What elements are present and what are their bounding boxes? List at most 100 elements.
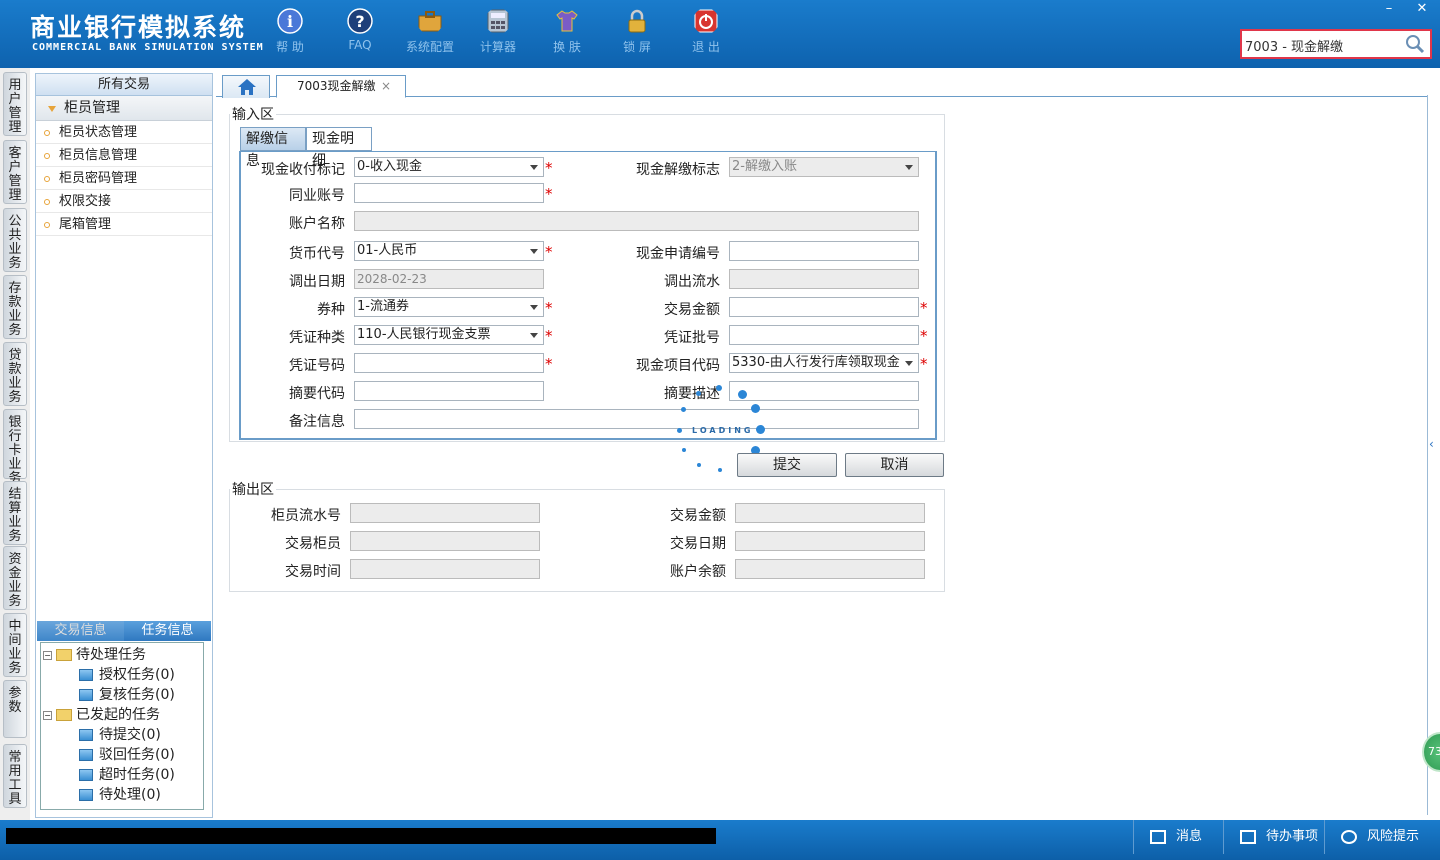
- cancel-button[interactable]: 取消: [845, 453, 944, 477]
- settle-flag-select[interactable]: 2-解缴入账: [729, 157, 919, 177]
- tree-node-timeout[interactable]: 超时任务(0): [41, 765, 203, 785]
- menu-label: 权限交接: [59, 194, 112, 209]
- tab-public-business[interactable]: 公共业务: [3, 208, 27, 272]
- tree-node-started[interactable]: − 已发起的任务: [41, 705, 203, 725]
- app-title: 商业银行模拟系统: [30, 13, 247, 42]
- out-serial-input[interactable]: [729, 269, 919, 289]
- collapse-icon[interactable]: −: [43, 650, 52, 660]
- collapse-icon[interactable]: −: [43, 710, 52, 720]
- help-button[interactable]: i 帮 助: [265, 8, 315, 55]
- bullet-icon: [44, 153, 50, 159]
- tab-card-business[interactable]: 银行卡业务: [3, 409, 27, 486]
- folder-icon: [56, 649, 72, 661]
- home-tab[interactable]: [222, 75, 270, 98]
- summary-code-input[interactable]: [354, 381, 544, 401]
- apply-no-input[interactable]: [729, 241, 919, 261]
- tab-intermediary-business[interactable]: 中间业务: [3, 613, 27, 677]
- tree-node-authorize[interactable]: 授权任务(0): [41, 665, 203, 685]
- menu-item-permission-handover[interactable]: 权限交接: [36, 190, 212, 213]
- spinner-dot: [696, 391, 701, 396]
- tree-node-to-submit[interactable]: 待提交(0): [41, 725, 203, 745]
- mail-icon: [1150, 829, 1166, 844]
- exit-button[interactable]: 退 出: [681, 8, 731, 55]
- tab-task-info[interactable]: 任务信息: [124, 621, 211, 641]
- calculator-button[interactable]: 计算器: [473, 8, 523, 55]
- remark-input[interactable]: [354, 409, 919, 429]
- tab-settlement-business[interactable]: 结算业务: [3, 481, 27, 545]
- tree-node-to-process[interactable]: 待处理(0): [41, 785, 203, 805]
- account-name-label: 账户名称: [289, 216, 345, 232]
- search-icon[interactable]: [1404, 34, 1426, 54]
- cash-flag-select[interactable]: 0-收入现金: [354, 157, 544, 177]
- required-mark: *: [920, 355, 928, 373]
- required-mark: *: [545, 243, 553, 261]
- voucher-type-select[interactable]: 110-人民银行现金支票: [354, 325, 544, 345]
- tab-customer-management[interactable]: 客户管理: [3, 140, 27, 204]
- close-window-button[interactable]: ✕: [1406, 0, 1438, 20]
- account-name-input[interactable]: [354, 211, 919, 231]
- teller-management-group[interactable]: 柜员管理: [36, 96, 212, 121]
- peer-account-label: 同业账号: [289, 188, 345, 204]
- tab-settlement-info[interactable]: 解缴信息: [240, 127, 306, 169]
- collapse-right-icon[interactable]: ‹: [1429, 432, 1439, 456]
- coupon-select[interactable]: 1-流通券: [354, 297, 544, 317]
- group-label: 柜员管理: [64, 100, 120, 116]
- menu-item-tail-box[interactable]: 尾箱管理: [36, 213, 212, 236]
- menu-item-teller-status[interactable]: 柜员状态管理: [36, 121, 212, 144]
- currency-select[interactable]: 01-人民币: [354, 241, 544, 261]
- risk-button[interactable]: 风险提示: [1324, 820, 1434, 854]
- time-label: 交易时间: [285, 564, 341, 580]
- transaction-search[interactable]: 7003 - 现金解缴: [1240, 29, 1432, 59]
- tab-common-tools[interactable]: 常用工具: [3, 744, 27, 808]
- lock-button[interactable]: 锁 屏: [612, 8, 662, 55]
- tree-node-rejected[interactable]: 驳回任务(0): [41, 745, 203, 765]
- module-tabs: 用户管理 客户管理 公共业务 存款业务 贷款业务 银行卡业务 结算业务 资金业务…: [0, 68, 30, 820]
- tab-transaction-info[interactable]: 交易信息: [37, 621, 124, 641]
- tab-cash-detail[interactable]: 现金明细: [306, 127, 372, 169]
- faq-label: FAQ: [348, 38, 372, 52]
- balance-label: 账户余额: [670, 564, 726, 580]
- project-code-select[interactable]: 5330-由人行发行库领取现金: [729, 353, 919, 373]
- loading-text: LOADING: [692, 426, 754, 435]
- peer-account-input[interactable]: [354, 183, 544, 203]
- summary-code-label: 摘要代码: [289, 386, 345, 402]
- balance-output: [735, 559, 925, 579]
- tree-node-review[interactable]: 复核任务(0): [41, 685, 203, 705]
- date-label: 交易日期: [670, 536, 726, 552]
- tab-loan-business[interactable]: 贷款业务: [3, 342, 27, 406]
- messages-button[interactable]: 消息: [1133, 820, 1223, 854]
- menu-item-teller-info[interactable]: 柜员信息管理: [36, 144, 212, 167]
- calculator-icon: [487, 9, 509, 33]
- config-button[interactable]: 系统配置: [405, 8, 455, 55]
- all-transactions-header[interactable]: 所有交易: [36, 74, 212, 96]
- close-tab-icon[interactable]: ×: [381, 76, 391, 96]
- tab-user-management[interactable]: 用户管理: [3, 72, 27, 136]
- spinner-dot: [751, 404, 760, 413]
- tab-deposit-business[interactable]: 存款业务: [3, 275, 27, 339]
- top-header: 商业银行模拟系统 COMMERCIAL BANK SIMULATION SYST…: [0, 0, 1440, 68]
- tab-7003[interactable]: 7003现金解缴 ×: [276, 75, 406, 98]
- submit-button[interactable]: 提交: [737, 453, 837, 477]
- out-date-label: 调出日期: [289, 274, 345, 290]
- bullet-icon: [44, 222, 50, 228]
- minimize-button[interactable]: –: [1373, 0, 1405, 20]
- tab-fund-business[interactable]: 资金业务: [3, 546, 27, 610]
- todo-button[interactable]: 待办事项: [1223, 820, 1324, 854]
- tab-parameters[interactable]: 参数: [3, 680, 27, 738]
- faq-button[interactable]: ? FAQ: [335, 8, 385, 52]
- menu-label: 柜员信息管理: [59, 148, 138, 163]
- menu-item-teller-password[interactable]: 柜员密码管理: [36, 167, 212, 190]
- voucher-batch-label: 凭证批号: [664, 330, 720, 346]
- lock-icon: [628, 9, 646, 33]
- skin-button[interactable]: 换 肤: [542, 8, 592, 55]
- bullet-icon: [44, 199, 50, 205]
- voucher-batch-input[interactable]: [729, 325, 919, 345]
- search-input[interactable]: 7003 - 现金解缴: [1245, 36, 1343, 55]
- out-date-input[interactable]: 2028-02-23: [354, 269, 544, 289]
- voucher-no-input[interactable]: [354, 353, 544, 373]
- time-output: [350, 559, 540, 579]
- tree-node-pending[interactable]: − 待处理任务: [41, 645, 203, 665]
- amount-input[interactable]: [729, 297, 919, 317]
- calculator-label: 计算器: [479, 40, 516, 54]
- menu-label: 柜员密码管理: [59, 171, 138, 186]
